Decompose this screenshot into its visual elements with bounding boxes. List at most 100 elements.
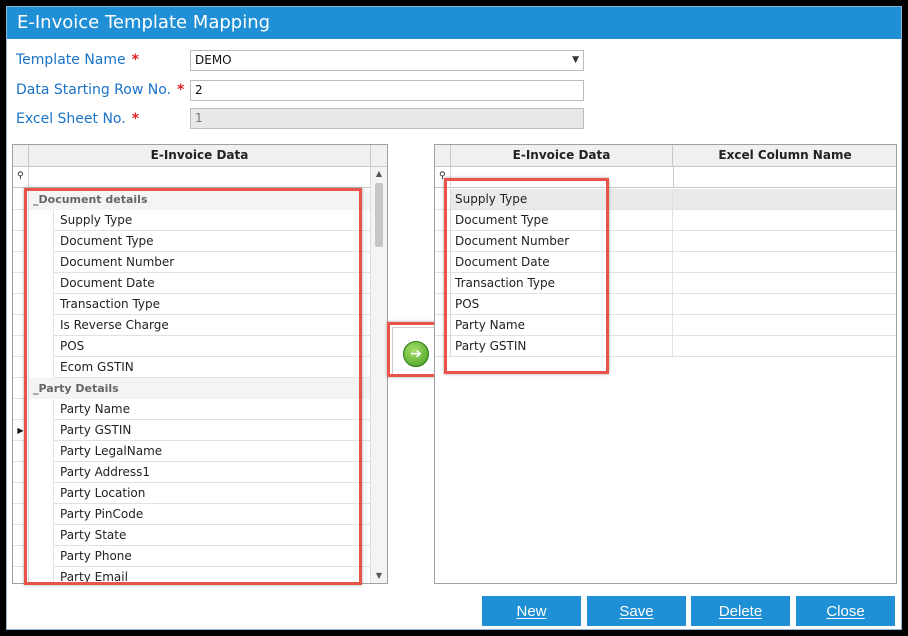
list-item[interactable]: Party LegalName (53, 441, 371, 462)
required-mark: * (177, 82, 184, 98)
row-indicator (13, 357, 29, 378)
row-indicator (13, 504, 29, 525)
row-indicator (13, 252, 29, 273)
scroll-down-icon[interactable]: ▼ (371, 569, 387, 583)
list-item[interactable]: Document Number (53, 252, 371, 273)
left-grid-filter-row[interactable]: ⚲ (13, 167, 387, 188)
pin-icon: ⚲ (439, 171, 446, 181)
list-item[interactable]: Transaction Type (53, 294, 371, 315)
row-indicator: ▶ (13, 420, 29, 441)
arrow-right-circle-icon: ➔ (403, 341, 429, 367)
filter-divider (673, 167, 674, 188)
row-indicator (435, 336, 451, 357)
pin-icon: ⚲ (17, 171, 24, 181)
scroll-up-icon[interactable]: ▲ (371, 167, 387, 181)
table-cell-excel-column[interactable] (673, 294, 897, 315)
list-item[interactable]: Party PinCode (53, 504, 371, 525)
delete-button[interactable]: Delete (691, 596, 790, 626)
row-indicator (13, 315, 29, 336)
row-indicator (13, 546, 29, 567)
excel-sheet-label: Excel Sheet No. * (16, 111, 139, 127)
table-cell-excel-column[interactable] (673, 231, 897, 252)
table-cell-data[interactable]: Party GSTIN (451, 336, 673, 357)
template-name-value: DEMO (195, 53, 232, 67)
table-cell-excel-column[interactable] (673, 252, 897, 273)
filter-indicator: ⚲ (435, 167, 451, 187)
list-item[interactable]: Party Name (53, 399, 371, 420)
data-start-row-input[interactable]: 2 (190, 80, 584, 101)
row-indicator (13, 567, 29, 584)
right-grid-data-header[interactable]: E-Invoice Data (451, 145, 673, 167)
row-indicator (435, 252, 451, 273)
list-item[interactable]: Document Date (53, 273, 371, 294)
chevron-down-icon[interactable]: ▼ (572, 51, 579, 70)
list-item[interactable]: Party Phone (53, 546, 371, 567)
row-indicator (13, 378, 29, 399)
scroll-thumb[interactable] (375, 183, 383, 247)
list-item[interactable]: Document Type (53, 231, 371, 252)
list-item[interactable]: POS (53, 336, 371, 357)
row-indicator (435, 273, 451, 294)
table-cell-excel-column[interactable] (673, 336, 897, 357)
row-indicator (13, 294, 29, 315)
row-indicator (13, 189, 29, 210)
move-right-button[interactable]: ➔ (392, 327, 436, 377)
left-grid-scrollbar[interactable]: ▲ ▼ (370, 167, 387, 583)
e-invoice-template-window: E-Invoice Template Mapping Template Name… (6, 6, 902, 630)
row-indicator (13, 525, 29, 546)
list-item[interactable]: Party State (53, 525, 371, 546)
row-indicator (13, 273, 29, 294)
right-grid-indicator-header (435, 145, 451, 167)
list-item[interactable]: Ecom GSTIN (53, 357, 371, 378)
close-button[interactable]: Close (796, 596, 895, 626)
table-cell-excel-column[interactable] (673, 315, 897, 336)
list-item[interactable]: Party GSTIN (53, 420, 371, 441)
list-item[interactable]: Supply Type (53, 210, 371, 231)
table-cell-excel-column[interactable] (673, 189, 897, 210)
row-indicator (13, 231, 29, 252)
right-grid-filter-row[interactable]: ⚲ (435, 167, 896, 188)
filter-indicator: ⚲ (13, 167, 29, 187)
table-cell-excel-column[interactable] (673, 210, 897, 231)
left-grid-indicator-header (13, 145, 29, 167)
table-cell-data[interactable]: Document Type (451, 210, 673, 231)
row-indicator (435, 210, 451, 231)
left-grid-column-header[interactable]: E-Invoice Data (29, 145, 371, 167)
table-cell-data[interactable]: Document Number (451, 231, 673, 252)
data-start-row-label: Data Starting Row No.* (16, 82, 184, 98)
row-indicator (435, 315, 451, 336)
right-mapping-grid: E-Invoice Data Excel Column Name ⚲ Suppl… (434, 144, 897, 584)
list-item[interactable]: Is Reverse Charge (53, 315, 371, 336)
table-cell-data[interactable]: Supply Type (451, 189, 673, 210)
group-row[interactable]: _Document details (29, 189, 371, 210)
row-indicator (13, 336, 29, 357)
list-item[interactable]: Party Address1 (53, 462, 371, 483)
new-button[interactable]: New (482, 596, 581, 626)
right-grid-header: E-Invoice Data Excel Column Name (435, 145, 896, 167)
table-cell-data[interactable]: Transaction Type (451, 273, 673, 294)
excel-sheet-input: 1 (190, 108, 584, 129)
template-name-select[interactable]: DEMO ▼ (190, 50, 584, 71)
required-mark: * (132, 111, 139, 127)
row-indicator (13, 210, 29, 231)
row-indicator (13, 462, 29, 483)
required-mark: * (132, 52, 139, 68)
right-grid-excel-header[interactable]: Excel Column Name (673, 145, 897, 167)
template-name-label: Template Name * (16, 52, 139, 68)
template-name-label-text: Template Name (16, 52, 126, 68)
row-indicator (13, 441, 29, 462)
row-indicator (13, 483, 29, 504)
table-cell-data[interactable]: Document Date (451, 252, 673, 273)
table-cell-excel-column[interactable] (673, 273, 897, 294)
row-indicator (435, 231, 451, 252)
window-title: E-Invoice Template Mapping (7, 7, 901, 39)
table-cell-data[interactable]: POS (451, 294, 673, 315)
table-cell-data[interactable]: Party Name (451, 315, 673, 336)
list-item[interactable]: Party Location (53, 483, 371, 504)
save-button[interactable]: Save (587, 596, 686, 626)
list-item[interactable]: Party Email (53, 567, 371, 584)
left-grid-header: E-Invoice Data (13, 145, 387, 167)
excel-sheet-label-text: Excel Sheet No. (16, 111, 126, 127)
row-indicator (435, 189, 451, 210)
group-row[interactable]: _Party Details (29, 378, 371, 399)
